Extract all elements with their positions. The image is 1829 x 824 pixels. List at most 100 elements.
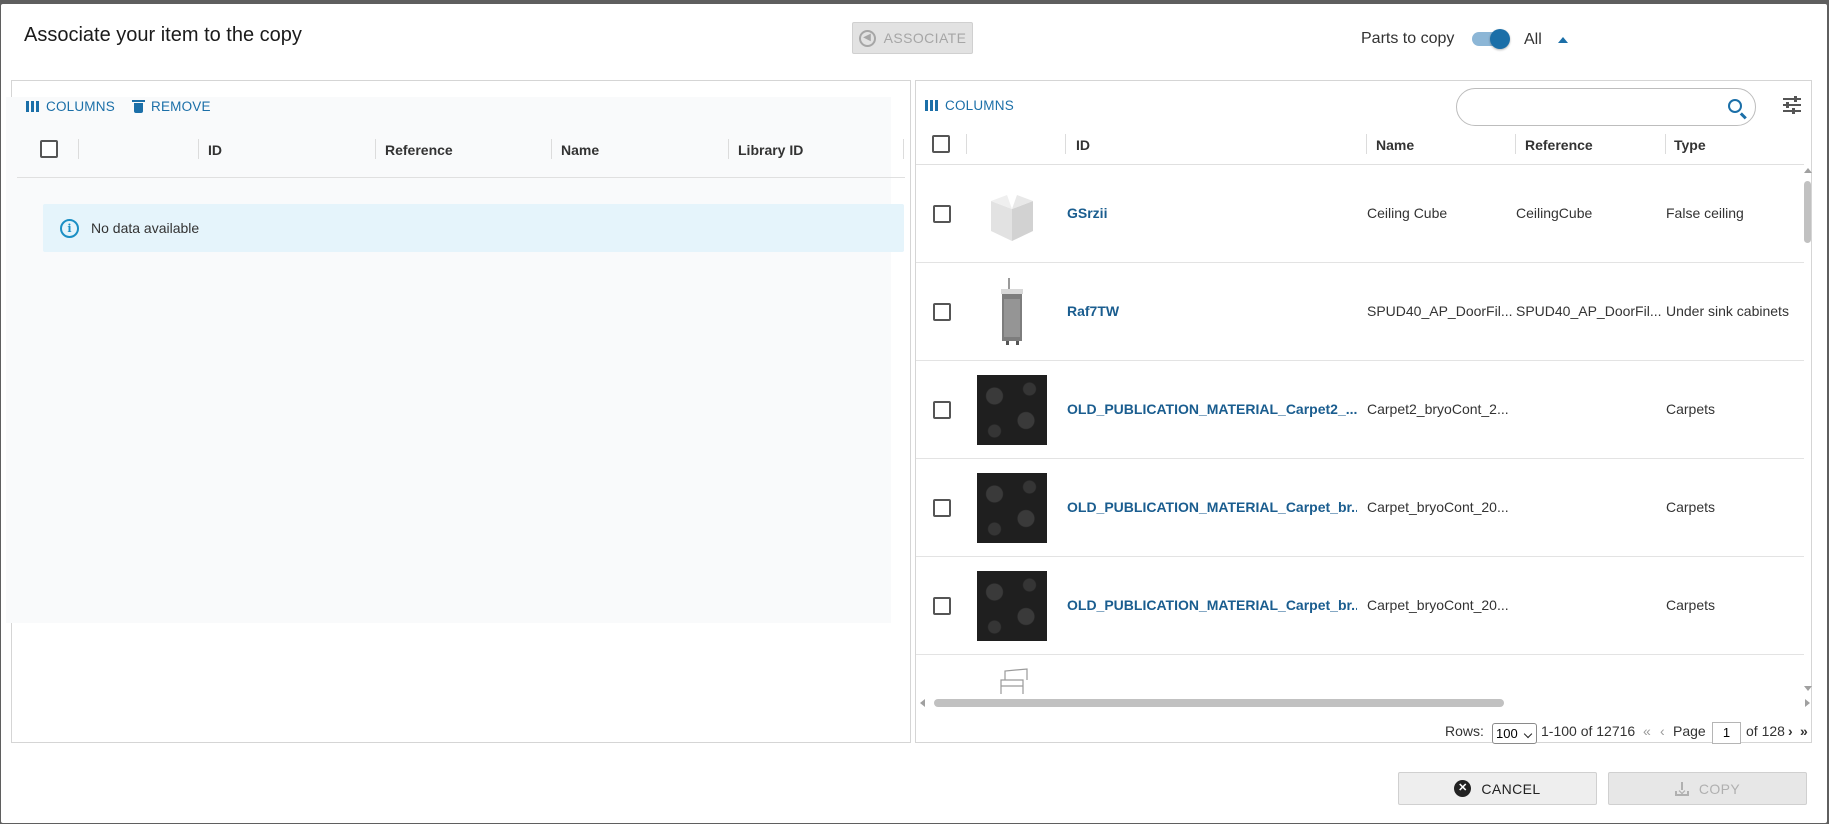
associate-label: ASSOCIATE <box>883 30 967 46</box>
dialog-title: Associate your item to the copy <box>24 24 302 46</box>
remove-button[interactable]: REMOVE <box>132 99 211 114</box>
right-columns-label: COLUMNS <box>945 98 1014 113</box>
page-count: of 128 <box>1746 723 1785 739</box>
row-id-link[interactable]: OLD_PUBLICATION_MATERIAL_Carpet2_... <box>1067 401 1357 417</box>
caret-up-icon[interactable] <box>1558 37 1568 43</box>
next-page-button[interactable]: › <box>1788 723 1793 739</box>
first-page-button[interactable]: « <box>1643 723 1651 739</box>
row-reference: CeilingCube <box>1516 205 1593 221</box>
row-id-link[interactable]: GSrzii <box>1067 205 1357 221</box>
column-separator <box>1065 134 1066 154</box>
row-checkbox[interactable] <box>933 597 951 615</box>
filter-settings-icon[interactable] <box>1783 96 1801 114</box>
search-icon[interactable] <box>1728 99 1742 113</box>
right-columns-button[interactable]: COLUMNS <box>925 98 1014 113</box>
row-name: Carpet_bryoCont_20... <box>1367 499 1509 515</box>
table-row[interactable]: GSrzii Ceiling Cube CeilingCube False ce… <box>916 165 1804 263</box>
row-id-link[interactable]: Raf7TW <box>1067 303 1357 319</box>
right-select-all-checkbox[interactable] <box>932 135 950 153</box>
column-separator <box>1515 134 1516 154</box>
parts-toggle[interactable] <box>1472 29 1510 49</box>
left-header-library-id[interactable]: Library ID <box>738 142 803 158</box>
row-name: Ceiling Cube <box>1367 205 1448 221</box>
row-checkbox[interactable] <box>933 205 951 223</box>
carpet-thumbnail <box>977 473 1047 543</box>
parts-to-copy-label: Parts to copy <box>1361 30 1455 47</box>
row-checkbox[interactable] <box>933 499 951 517</box>
row-name: Carpet_bryoCont_20... <box>1367 597 1509 613</box>
right-header-id[interactable]: ID <box>1076 137 1090 153</box>
column-separator <box>1366 134 1367 154</box>
right-header-type[interactable]: Type <box>1674 137 1706 153</box>
left-select-all-checkbox[interactable] <box>40 140 58 158</box>
vertical-scroll-thumb[interactable] <box>1804 181 1811 243</box>
carpet-thumbnail <box>977 375 1047 445</box>
table-row[interactable]: Raf7TW SPUD40_AP_DoorFil... SPUD40_AP_Do… <box>916 263 1804 361</box>
row-type: Carpets <box>1666 401 1716 417</box>
left-header-reference[interactable]: Reference <box>385 142 453 158</box>
search-input[interactable] <box>1456 88 1756 126</box>
sink-cabinet-thumbnail <box>1001 278 1023 345</box>
row-type: Carpets <box>1666 597 1716 613</box>
rows-label: Rows: <box>1445 723 1484 739</box>
trash-icon <box>132 100 145 113</box>
row-name: SPUD40_AP_DoorFil... <box>1367 303 1512 319</box>
parts-value: All <box>1524 31 1542 48</box>
column-separator <box>728 139 729 159</box>
row-type: Carpets <box>1666 499 1716 515</box>
carpet-thumbnail <box>977 571 1047 641</box>
column-separator <box>375 139 376 159</box>
row-id-link[interactable]: OLD_PUBLICATION_MATERIAL_Carpet_br... <box>1067 597 1357 613</box>
column-separator <box>903 139 904 159</box>
rows-per-page-select[interactable]: 100 <box>1492 723 1537 744</box>
page-number-input[interactable]: 1 <box>1712 722 1741 744</box>
column-separator <box>1665 134 1666 154</box>
columns-icon <box>925 100 938 111</box>
copy-button[interactable]: COPY <box>1608 772 1807 805</box>
chair-thumbnail <box>1000 668 1028 694</box>
left-columns-button[interactable]: COLUMNS <box>26 99 115 114</box>
page-label: Page <box>1673 723 1706 739</box>
arrow-left-circle-icon: ◀ <box>858 29 876 47</box>
cancel-button[interactable]: ✕ CANCEL <box>1398 772 1597 805</box>
scroll-left-arrow-icon[interactable] <box>920 699 925 707</box>
horizontal-scroll-thumb[interactable] <box>934 699 1504 707</box>
table-row[interactable]: OLD_PUBLICATION_MATERIAL_Carpet_br... Ca… <box>916 557 1804 655</box>
ceiling-cube-thumbnail <box>991 195 1033 241</box>
table-row[interactable]: OLD_PUBLICATION_MATERIAL_Carpet2_... Car… <box>916 361 1804 459</box>
row-reference: SPUD40_AP_DoorFil... <box>1516 303 1661 319</box>
left-header-divider <box>17 177 905 178</box>
prev-page-button[interactable]: ‹ <box>1660 723 1665 739</box>
right-header-reference[interactable]: Reference <box>1525 137 1593 153</box>
row-checkbox[interactable] <box>933 401 951 419</box>
left-header-name[interactable]: Name <box>561 142 599 158</box>
last-page-button[interactable]: » <box>1800 723 1808 739</box>
column-separator <box>198 139 199 159</box>
column-separator <box>966 134 967 154</box>
close-circle-icon: ✕ <box>1454 780 1472 797</box>
no-data-alert: i No data available <box>43 204 904 252</box>
column-separator <box>551 139 552 159</box>
left-grid-body <box>6 97 891 623</box>
scroll-up-arrow-icon[interactable] <box>1804 168 1812 173</box>
copy-label: COPY <box>1698 780 1741 797</box>
vertical-scrollbar[interactable] <box>1802 164 1812 694</box>
columns-icon <box>26 101 39 112</box>
table-row[interactable]: OLD_PUBLICATION_MATERIAL_Carpet_br... Ca… <box>916 459 1804 557</box>
range-text: 1-100 of 12716 <box>1541 723 1636 739</box>
remove-label: REMOVE <box>151 99 211 114</box>
column-separator <box>78 139 79 159</box>
toggle-knob <box>1490 29 1510 49</box>
cancel-label: CANCEL <box>1481 780 1541 797</box>
row-id-link[interactable]: OLD_PUBLICATION_MATERIAL_Carpet_br... <box>1067 499 1357 515</box>
right-header-name[interactable]: Name <box>1376 137 1414 153</box>
download-icon <box>1674 781 1689 796</box>
scroll-down-arrow-icon[interactable] <box>1804 686 1812 691</box>
associate-button[interactable]: ◀ ASSOCIATE <box>852 22 973 54</box>
info-icon: i <box>60 218 79 238</box>
row-type: False ceiling <box>1666 205 1744 221</box>
scroll-right-arrow-icon[interactable] <box>1805 699 1810 707</box>
row-type: Under sink cabinets <box>1666 303 1789 319</box>
row-checkbox[interactable] <box>933 303 951 321</box>
left-header-id[interactable]: ID <box>208 142 222 158</box>
